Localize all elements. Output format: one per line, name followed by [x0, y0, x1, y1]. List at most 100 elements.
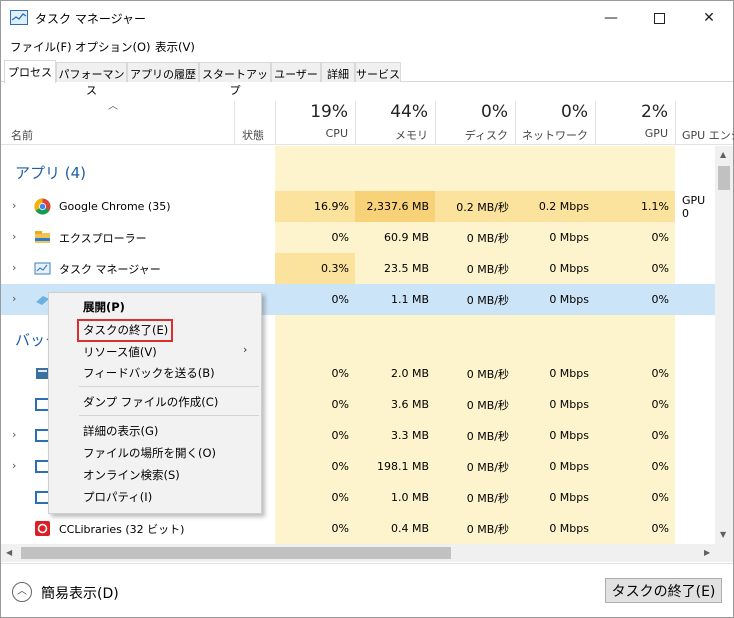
- tab-processes[interactable]: プロセス: [4, 60, 56, 83]
- cell-gpu: 0%: [651, 231, 669, 244]
- chevron-right-icon[interactable]: ›: [12, 459, 22, 473]
- cell-disk: 0 MB/秒: [466, 231, 509, 245]
- menu-divider: [79, 386, 259, 387]
- cell-network: 0.2 Mbps: [515, 191, 595, 222]
- tab-app-history[interactable]: アプリの履歴: [127, 62, 199, 82]
- cell-gpu: 0%: [651, 398, 669, 411]
- context-menu-open-file-location[interactable]: ファイルの場所を開く(O): [83, 445, 216, 461]
- cell-disk: 0 MB/秒: [466, 522, 509, 536]
- cell-disk: 0 MB/秒: [466, 262, 509, 276]
- cell-network: 0 Mbps: [549, 429, 589, 442]
- context-menu-go-to-details[interactable]: 詳細の表示(G): [83, 423, 158, 439]
- header-memory-total[interactable]: 44%: [355, 102, 428, 122]
- cell-network: 0 Mbps: [549, 460, 589, 473]
- header-memory[interactable]: メモリ: [355, 127, 428, 143]
- cell-memory: 3.6 MB: [390, 398, 429, 411]
- vertical-scroll-thumb[interactable]: [718, 166, 730, 190]
- cell-gpu: 1.1%: [595, 191, 675, 222]
- cell-gpu: 0%: [651, 460, 669, 473]
- header-network[interactable]: ネットワーク: [515, 127, 588, 143]
- chevron-right-icon[interactable]: ›: [12, 230, 22, 244]
- menu-view[interactable]: 表示(V): [155, 39, 195, 55]
- process-name: タスク マネージャー: [59, 262, 161, 276]
- tab-users[interactable]: ユーザー: [271, 62, 321, 82]
- column-header: ︿ 名前 状態 19% CPU 44% メモリ 0% ディスク 0% ネットワー…: [1, 83, 734, 145]
- context-menu-feedback[interactable]: フィードバックを送る(B): [83, 365, 215, 381]
- cell-gpu: 0%: [651, 429, 669, 442]
- tab-details[interactable]: 詳細: [321, 62, 355, 82]
- menu-bar: ファイル(F) オプション(O) 表示(V): [1, 37, 733, 57]
- header-cpu-total[interactable]: 19%: [275, 102, 348, 122]
- cell-gpu: 0%: [651, 262, 669, 275]
- cell-network: 0 Mbps: [549, 491, 589, 504]
- scroll-right-icon[interactable]: ▶: [704, 548, 710, 557]
- cell-memory: 1.0 MB: [390, 491, 429, 504]
- cell-gpu: 0%: [651, 293, 669, 306]
- cell-memory: 60.9 MB: [383, 231, 429, 244]
- context-menu-resource-values[interactable]: リソース値(V): [83, 344, 157, 360]
- horizontal-scrollbar[interactable]: ◀ ▶: [1, 544, 733, 562]
- column-divider: [234, 101, 235, 145]
- minimize-button[interactable]: —: [587, 1, 635, 35]
- tab-performance[interactable]: パフォーマンス: [56, 62, 127, 97]
- header-status[interactable]: 状態: [242, 127, 264, 143]
- cell-disk: 0 MB/秒: [466, 491, 509, 505]
- folder-icon: [34, 229, 51, 246]
- context-menu-end-task[interactable]: タスクの終了(E): [83, 322, 168, 338]
- cell-network: 0 Mbps: [549, 367, 589, 380]
- chevron-right-icon[interactable]: ›: [12, 292, 22, 306]
- menu-file[interactable]: ファイル(F): [10, 39, 72, 55]
- column-divider: [675, 101, 676, 145]
- process-name: Google Chrome (35): [59, 200, 171, 213]
- chevron-up-circle-icon[interactable]: ︿: [12, 582, 32, 602]
- cell-cpu: 0%: [331, 429, 349, 442]
- chrome-icon: [34, 198, 51, 215]
- context-menu-create-dump[interactable]: ダンプ ファイルの作成(C): [83, 394, 218, 410]
- header-network-total[interactable]: 0%: [515, 102, 588, 122]
- submenu-arrow-icon: ›: [243, 343, 248, 356]
- cell-memory: 2,337.6 MB: [355, 191, 435, 222]
- menu-options[interactable]: オプション(O): [75, 39, 151, 55]
- table-row[interactable]: CCLibraries (32 ビット) 0% 0.4 MB 0 MB/秒 0 …: [1, 513, 715, 544]
- cell-cpu: 0%: [331, 293, 349, 306]
- chevron-right-icon[interactable]: ›: [12, 261, 22, 275]
- cell-gpu: 0%: [651, 491, 669, 504]
- header-gpu-total[interactable]: 2%: [595, 102, 668, 122]
- scroll-down-icon[interactable]: ▼: [720, 530, 726, 539]
- process-name: エクスプローラー: [59, 231, 147, 245]
- tab-startup[interactable]: スタートアップ: [199, 62, 271, 97]
- header-disk[interactable]: ディスク: [435, 127, 508, 143]
- close-button[interactable]: ✕: [685, 1, 733, 35]
- cell-network: 0 Mbps: [549, 262, 589, 275]
- context-menu-expand[interactable]: 展開(P): [83, 299, 125, 315]
- context-menu-properties[interactable]: プロパティ(I): [83, 489, 152, 505]
- header-gpu[interactable]: GPU: [595, 127, 668, 140]
- cell-network: 0 Mbps: [549, 231, 589, 244]
- creative-cloud-icon: [34, 520, 51, 537]
- minimize-icon: —: [604, 10, 618, 26]
- table-row[interactable]: › エクスプローラー 0% 60.9 MB 0 MB/秒 0 Mbps 0%: [1, 222, 715, 253]
- header-disk-total[interactable]: 0%: [435, 102, 508, 122]
- table-row[interactable]: › タスク マネージャー 0.3% 23.5 MB 0 MB/秒 0 Mbps …: [1, 253, 715, 284]
- process-name: CCLibraries (32 ビット): [59, 522, 185, 536]
- end-task-button[interactable]: タスクの終了(E): [605, 578, 722, 603]
- context-menu-search-online[interactable]: オンライン検索(S): [83, 467, 180, 483]
- scroll-up-icon[interactable]: ▲: [720, 150, 726, 159]
- scroll-left-icon[interactable]: ◀: [6, 548, 12, 557]
- maximize-button[interactable]: [635, 1, 683, 35]
- vertical-scrollbar[interactable]: ▲ ▼: [715, 146, 733, 544]
- table-row[interactable]: › Google Chrome (35) 16.9% 2,337.6 MB 0.…: [1, 191, 715, 222]
- cell-cpu: 0.3%: [275, 253, 355, 284]
- header-name[interactable]: 名前: [11, 127, 33, 143]
- cell-disk: 0 MB/秒: [466, 398, 509, 412]
- title-bar: タスク マネージャー — ✕: [1, 1, 733, 35]
- simple-view-toggle[interactable]: 簡易表示(D): [41, 583, 119, 603]
- header-cpu[interactable]: CPU: [275, 127, 348, 140]
- tab-services[interactable]: サービス: [355, 62, 401, 82]
- cell-memory: 198.1 MB: [376, 460, 429, 473]
- maximize-icon: [653, 12, 665, 24]
- chevron-right-icon[interactable]: ›: [12, 199, 22, 213]
- chevron-right-icon[interactable]: ›: [12, 428, 22, 442]
- horizontal-scroll-thumb[interactable]: [21, 547, 451, 559]
- header-gpu-engine[interactable]: GPU エンジ: [682, 127, 734, 143]
